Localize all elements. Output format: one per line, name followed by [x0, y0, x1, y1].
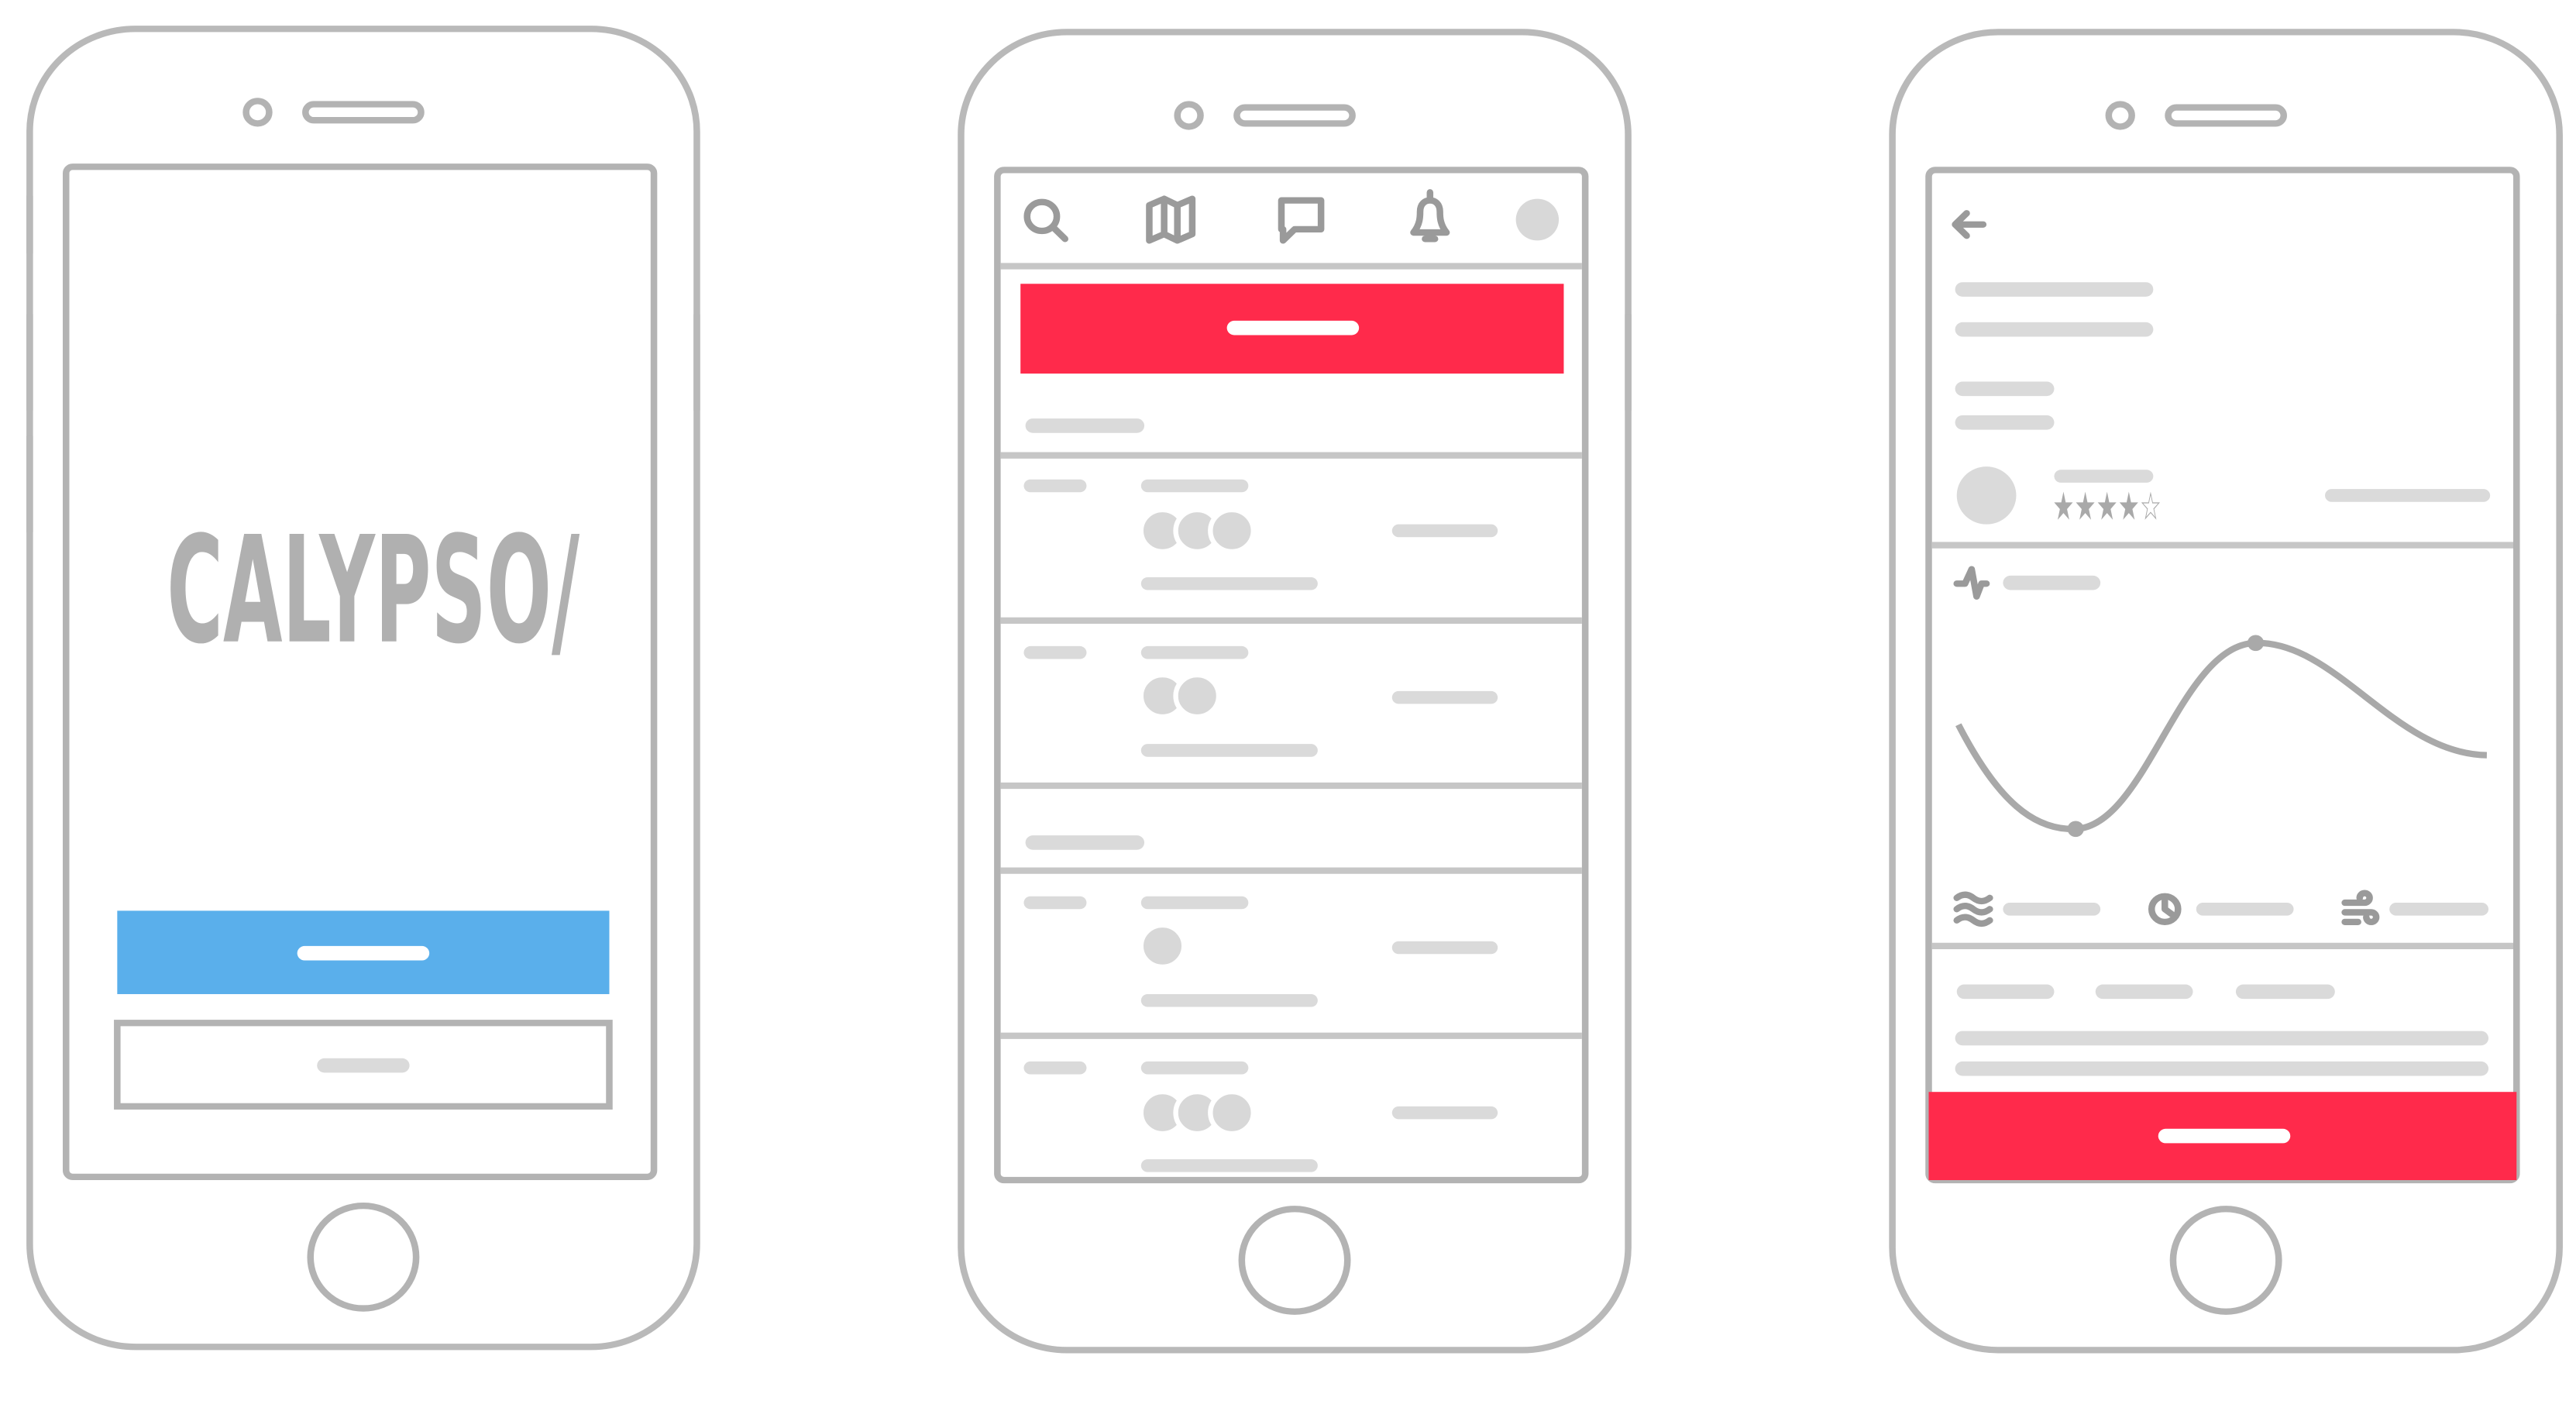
- primary-button-label-placeholder: [297, 945, 430, 961]
- trend-low-point: [2067, 821, 2084, 838]
- secondary-button-label-placeholder: [317, 1058, 410, 1073]
- chart-label-placeholder: [2003, 575, 2101, 590]
- participant-avatars: [1138, 507, 1256, 554]
- trend-high-point: [2247, 635, 2265, 652]
- section-header-placeholder: [1025, 418, 1145, 433]
- wireframe-stage: CALYPSO/ ★★★★☆: [0, 0, 2576, 1411]
- phone-list: [958, 29, 1632, 1354]
- participant-avatars: [1138, 1089, 1256, 1137]
- cta-button-label-placeholder: [2158, 1128, 2291, 1144]
- avatar[interactable]: [1956, 466, 2017, 525]
- primary-button[interactable]: [117, 910, 610, 994]
- cta-button[interactable]: [1928, 1092, 2517, 1181]
- participant-avatars: [1138, 673, 1222, 720]
- cta-button[interactable]: [1020, 284, 1564, 374]
- section-header-placeholder: [1025, 835, 1145, 850]
- app-logo: CALYPSO/: [167, 504, 580, 676]
- participant-avatars: [1138, 922, 1187, 969]
- phone-welcome: CALYPSO/: [26, 26, 700, 1351]
- rating-stars: ★★★★☆: [2052, 484, 2162, 528]
- screen: [1925, 167, 2520, 1184]
- phone-detail: ★★★★☆: [1889, 29, 2563, 1354]
- avatar[interactable]: [1515, 198, 1560, 241]
- cta-button-label-placeholder: [1226, 320, 1360, 336]
